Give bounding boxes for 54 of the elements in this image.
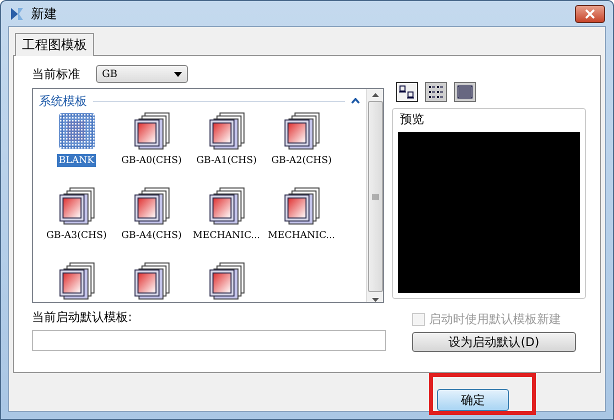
details-icon bbox=[457, 85, 473, 99]
ok-button[interactable]: 确定 bbox=[437, 389, 509, 411]
scroll-down-icon bbox=[372, 298, 378, 302]
app-icon bbox=[9, 6, 25, 22]
grip-icon bbox=[372, 194, 378, 200]
checkbox-label: 启动时使用默认模板新建 bbox=[429, 311, 561, 328]
template-item[interactable]: MECHANIC... bbox=[264, 186, 339, 261]
close-button[interactable] bbox=[575, 4, 605, 22]
template-label: GB-A4(CHS) bbox=[120, 229, 183, 242]
blank-template-icon bbox=[56, 111, 96, 151]
template-item[interactable]: GB-A1(CHS) bbox=[189, 111, 264, 186]
template-icon bbox=[132, 261, 172, 301]
default-template-label: 当前启动默认模板: bbox=[32, 309, 134, 326]
template-item[interactable]: GB-A0(CHS) bbox=[114, 111, 189, 186]
view-mode-button[interactable] bbox=[425, 82, 447, 102]
tab[interactable]: 工程图模板 bbox=[15, 33, 94, 56]
large-icons-icon bbox=[399, 85, 415, 99]
template-icon bbox=[56, 261, 96, 301]
standard-dropdown[interactable]: GB bbox=[96, 65, 188, 83]
template-label: GB-A3(CHS) bbox=[45, 229, 108, 242]
template-icon bbox=[282, 111, 322, 151]
template-icon bbox=[132, 111, 172, 151]
template-icon bbox=[206, 261, 246, 301]
template-label: MECHANIC... bbox=[266, 229, 336, 242]
window-title: 新建 bbox=[31, 6, 58, 22]
template-label: GB-A0(CHS) bbox=[120, 154, 183, 167]
scrollbar-thumb[interactable] bbox=[368, 100, 382, 292]
template-label: GB-A1(CHS) bbox=[195, 154, 258, 167]
template-item[interactable]: GB-A3(CHS) bbox=[39, 186, 114, 261]
preview-title: 预览 bbox=[400, 111, 425, 128]
chevron-icon bbox=[351, 98, 360, 104]
dropdown-arrow-icon bbox=[174, 72, 182, 76]
template-item[interactable]: GB-A4(CHS) bbox=[114, 186, 189, 261]
list-icon bbox=[428, 85, 444, 99]
template-label: BLANK bbox=[56, 154, 96, 167]
set-default-button[interactable]: 设为启动默认(D) bbox=[412, 332, 576, 352]
close-icon bbox=[585, 8, 595, 18]
standard-label: 当前标准 bbox=[32, 66, 80, 82]
template-item[interactable]: MECHANIC... bbox=[189, 186, 264, 261]
view-mode-button[interactable] bbox=[454, 82, 476, 102]
scroll-up-icon bbox=[372, 93, 378, 97]
template-icon bbox=[206, 111, 246, 151]
template-label: MECHANIC... bbox=[192, 229, 262, 242]
group-title: 系统模板 bbox=[39, 92, 87, 110]
template-icon bbox=[282, 186, 322, 226]
template-icon bbox=[56, 186, 96, 226]
view-mode-button[interactable] bbox=[396, 82, 418, 102]
template-icon bbox=[206, 186, 246, 226]
template-item[interactable]: BLANK bbox=[39, 111, 114, 186]
default-template-field[interactable] bbox=[32, 330, 386, 351]
template-item[interactable]: GB-A2(CHS) bbox=[264, 111, 339, 186]
template-icon bbox=[132, 186, 172, 226]
collapse-button[interactable] bbox=[351, 98, 360, 104]
template-label: GB-A2(CHS) bbox=[270, 154, 333, 167]
